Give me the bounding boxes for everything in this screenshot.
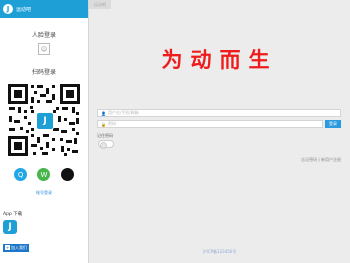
join-us-badge[interactable]: + 加入我们 [3,243,29,252]
password-placeholder: 密码 [107,121,116,126]
user-icon: 👤 [101,110,106,116]
username-placeholder: 用户名/手机/邮箱 [107,110,139,115]
account-login-link[interactable]: 账号登录 [0,190,88,196]
apple-login-icon[interactable] [60,168,74,181]
slogan: 为动而生 [161,48,278,72]
join-icon: + [5,245,10,250]
top-tab[interactable]: 运动吧 [89,0,111,9]
wechat-login-icon[interactable]: W [37,168,51,181]
lock-icon: 🔒 [101,121,106,127]
remember-password-label: 记住密码 [97,133,113,138]
forgot-register-links[interactable]: 忘记密码 | 新用户注册 [301,157,341,163]
qr-center-logo-icon: J [36,112,54,130]
sidebar-header: J 运动吧 [0,0,88,18]
social-login-row: Q W [9,168,79,181]
remember-password-toggle[interactable] [98,140,114,149]
footer-text: 沪ICP备123456号 [202,249,237,254]
sidebar: J 运动吧 人脸登录 ☺ 扫码登录 J Q W 账号登录 App 下载 J + … [0,0,89,263]
qr-login-title: 扫码登录 [31,69,56,76]
main-area: 运动吧 为动而生 👤 用户名/手机/邮箱 🔒 密码 登录 记住密码 忘记密码 |… [89,0,350,263]
login-button[interactable]: 登录 [325,120,341,128]
qr-code: J [6,82,82,158]
password-field[interactable]: 🔒 密码 [97,120,323,128]
face-login-title: 人脸登录 [31,32,56,39]
app-download-label: App 下载 [3,212,23,217]
face-login-icon[interactable]: ☺ [38,43,50,55]
brand-name: 运动吧 [16,6,32,13]
username-field[interactable]: 👤 用户名/手机/邮箱 [97,109,341,117]
join-us-label: 加入我们 [11,244,27,250]
toggle-knob [100,142,107,149]
app-icon[interactable]: J [3,220,17,234]
logo-icon[interactable]: J [3,4,13,14]
qq-login-icon[interactable]: Q [14,168,28,181]
